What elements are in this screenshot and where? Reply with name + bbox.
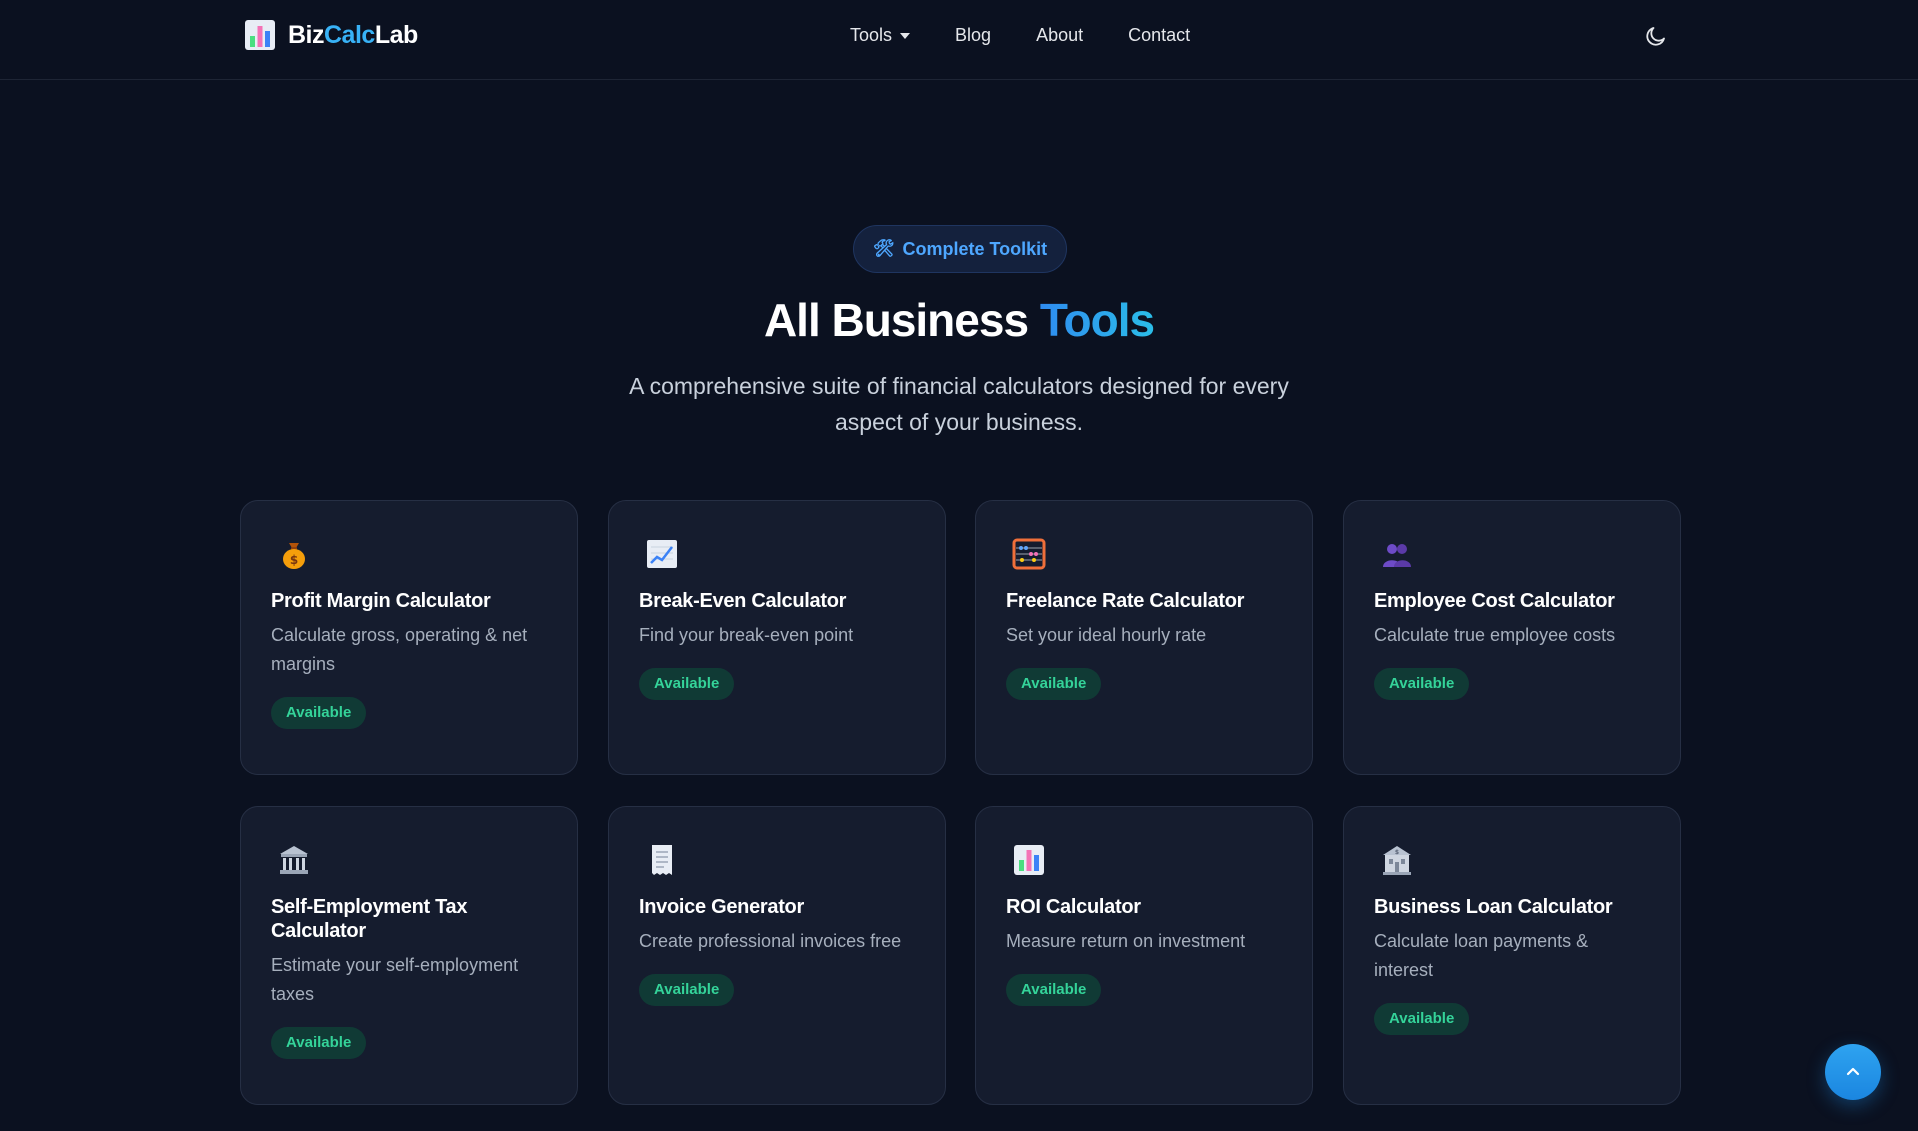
brand-logo-link[interactable]: BizCalcLab (244, 19, 418, 51)
bar-chart-icon (245, 20, 275, 50)
tool-card-invoice-generator[interactable]: Invoice Generator Create professional in… (608, 806, 946, 1105)
nav-tools[interactable]: Tools (850, 24, 911, 46)
nav-blog[interactable]: Blog (955, 25, 991, 46)
money-bag-icon: $ (277, 537, 311, 571)
card-title: Invoice Generator (639, 896, 804, 918)
tool-card-business-loan[interactable]: $ Business Loan Calculator Calculate loa… (1343, 806, 1681, 1105)
card-title: Self-Employment Tax Calculator (271, 896, 468, 942)
page-subtitle: A comprehensive suite of financial calcu… (629, 373, 1289, 435)
card-title: Employee Cost Calculator (1374, 590, 1615, 612)
card-description: Measure return on investment (1006, 931, 1246, 951)
brand-name: BizCalcLab (288, 20, 418, 49)
status-badge: Available (1006, 668, 1102, 700)
card-description: Set your ideal hourly rate (1006, 625, 1207, 645)
nav-contact-label: Contact (1128, 24, 1191, 45)
page-title: All Business Tools (763, 294, 1155, 346)
abacus-icon (1012, 537, 1046, 571)
card-title: Business Loan Calculator (1374, 896, 1613, 918)
card-title: ROI Calculator (1006, 896, 1141, 918)
card-title: Freelance Rate Calculator (1006, 590, 1245, 612)
scroll-to-top-button[interactable] (1825, 1044, 1881, 1100)
nav-tools-label: Tools (850, 24, 893, 45)
nav-blog-label: Blog (955, 24, 992, 45)
bank-icon: $ (1380, 843, 1414, 877)
card-description: Find your break-even point (639, 625, 854, 645)
nav-about-label: About (1036, 24, 1084, 45)
tool-card-roi[interactable]: ROI Calculator Measure return on investm… (975, 806, 1313, 1105)
card-description: Create professional invoices free (639, 931, 902, 951)
hammer-wrench-icon: 🛠 (872, 239, 895, 258)
receipt-icon (645, 843, 679, 877)
moon-icon (1646, 27, 1665, 46)
status-badge: Available (639, 974, 735, 1006)
nav-about[interactable]: About (1036, 25, 1083, 46)
status-badge: Available (271, 1027, 367, 1059)
status-badge: Available (1374, 1003, 1470, 1035)
complete-toolkit-badge: 🛠 Complete Toolkit (853, 225, 1067, 273)
site-header: BizCalcLab Tools Blog About Contact (0, 0, 1918, 80)
theme-toggle-button[interactable] (1640, 20, 1672, 52)
card-description: Estimate your self-employment taxes (271, 955, 519, 1004)
card-description: Calculate true employee costs (1374, 625, 1616, 645)
nav-contact[interactable]: Contact (1128, 25, 1190, 46)
caret-down-icon (900, 33, 911, 39)
bar-chart-icon (1012, 843, 1046, 877)
status-badge: Available (1374, 668, 1470, 700)
users-icon (1380, 537, 1414, 571)
classical-building-icon (277, 843, 311, 877)
status-badge: Available (1006, 974, 1102, 1006)
status-badge: Available (639, 668, 735, 700)
tool-card-self-employment-tax[interactable]: Self-Employment Tax Calculator Estimate … (240, 806, 578, 1105)
chart-increasing-icon (645, 537, 679, 571)
tool-card-profit-margin[interactable]: $ Profit Margin Calculator Calculate gro… (240, 500, 578, 775)
svg-text:$: $ (1395, 849, 1399, 856)
card-description: Calculate gross, operating & net margins (271, 625, 528, 674)
badge-label: Complete Toolkit (902, 238, 1048, 259)
svg-text:$: $ (290, 553, 298, 567)
tool-card-employee-cost[interactable]: Employee Cost Calculator Calculate true … (1343, 500, 1681, 775)
status-badge: Available (271, 697, 367, 729)
card-description: Calculate loan payments & interest (1374, 931, 1589, 980)
card-title: Break-Even Calculator (639, 590, 847, 612)
main-nav: Tools Blog About Contact (850, 22, 1190, 48)
tool-card-freelance-rate[interactable]: Freelance Rate Calculator Set your ideal… (975, 500, 1313, 775)
chevron-up-icon (1846, 1067, 1860, 1076)
card-title: Profit Margin Calculator (271, 590, 491, 612)
tool-card-break-even[interactable]: Break-Even Calculator Find your break-ev… (608, 500, 946, 775)
